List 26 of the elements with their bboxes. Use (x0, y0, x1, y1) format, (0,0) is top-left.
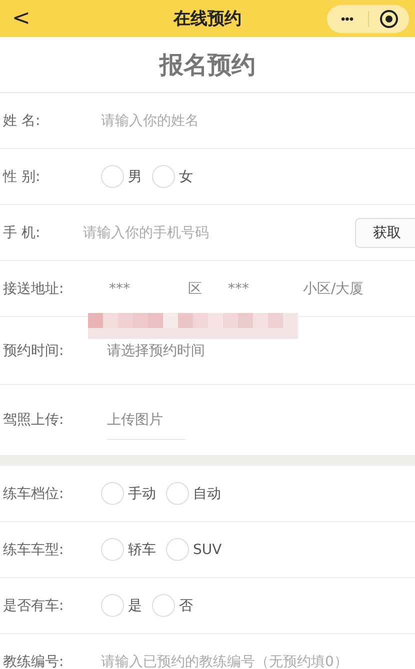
page-title: 在线预约 (174, 9, 242, 29)
radio-option[interactable]: 轿车 (101, 538, 156, 561)
district-field[interactable]: *** (109, 280, 130, 296)
field-label: 性 别: (3, 168, 42, 186)
field-label: 驾照上传: (3, 411, 65, 429)
time-picker[interactable]: 请选择预约时间 (107, 342, 205, 360)
upload-button[interactable]: 上传图片 (107, 400, 185, 440)
field-label: 预约时间: (3, 342, 65, 360)
field-label: 是否有车: (3, 596, 65, 614)
district-label: 区 (188, 280, 202, 298)
more-button[interactable]: ••• (327, 12, 368, 26)
back-button[interactable]: < (0, 6, 42, 31)
form-heading: 报名预约 (160, 50, 256, 80)
radio-option[interactable]: 手动 (101, 482, 156, 505)
field-label: 练车车型: (3, 540, 65, 558)
field-label: 练车档位: (3, 484, 65, 502)
field-label: 姓 名: (3, 112, 42, 130)
field-label: 接送地址: (3, 280, 65, 298)
radio-option[interactable]: SUV (166, 538, 222, 561)
radio-option[interactable]: 自动 (166, 482, 221, 505)
get-code-button[interactable]: 获取 (355, 218, 415, 248)
field-label: 手 机: (3, 224, 42, 242)
target-icon (378, 8, 399, 28)
community-label: 小区/大厦 (303, 280, 364, 298)
field-label: 教练编号: (3, 652, 65, 669)
community-field[interactable]: *** (228, 280, 249, 296)
